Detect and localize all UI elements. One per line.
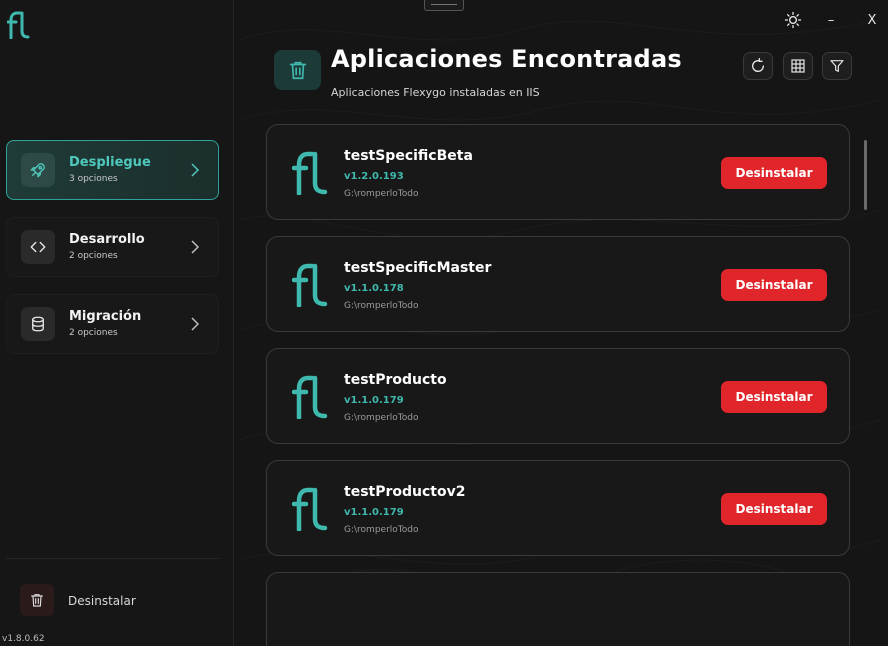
- sidebar-item-desarrollo[interactable]: Desarrollo 2 opciones: [6, 217, 219, 277]
- rocket-icon: [21, 153, 55, 187]
- app-list: testSpecificBeta v1.2.0.193 G:\romperloT…: [266, 124, 851, 646]
- uninstall-button[interactable]: Desinstalar: [721, 493, 827, 525]
- filter-icon: [830, 60, 844, 72]
- sidebar-item-label: Migración: [69, 309, 142, 324]
- uninstall-button[interactable]: Desinstalar: [721, 269, 827, 301]
- app-name: testProducto: [344, 372, 447, 388]
- uninstall-button[interactable]: Desinstalar: [721, 157, 827, 189]
- app-card-partial: [266, 572, 850, 646]
- list-scrollbar[interactable]: [864, 140, 867, 210]
- app-card: testProducto v1.1.0.179 G:\romperloTodo …: [266, 348, 850, 444]
- grid-view-button[interactable]: [783, 52, 813, 80]
- app-version: v1.1.0.179: [344, 395, 404, 406]
- sidebar-item-label: Desarrollo: [69, 232, 145, 247]
- sidebar-item-label: Despliegue: [69, 155, 151, 170]
- chevron-right-icon: [191, 317, 200, 331]
- flexygo-app-icon: [292, 375, 328, 419]
- sidebar: Despliegue 3 opciones Desarrollo 2 opcio…: [0, 0, 234, 646]
- theme-toggle-button[interactable]: [779, 8, 807, 32]
- uninstall-button[interactable]: Desinstalar: [721, 381, 827, 413]
- filter-button[interactable]: [822, 52, 852, 80]
- app-name: testSpecificMaster: [344, 260, 492, 276]
- sidebar-item-migracion[interactable]: Migración 2 opciones: [6, 294, 219, 354]
- page-title: Aplicaciones Encontradas: [331, 45, 682, 73]
- grid-icon: [791, 59, 805, 73]
- sidebar-item-count: 2 opciones: [69, 328, 118, 338]
- app-window: Despliegue 3 opciones Desarrollo 2 opcio…: [0, 0, 888, 646]
- flexygo-app-icon: [292, 263, 328, 307]
- app-path: G:\romperloTodo: [344, 413, 419, 423]
- chevron-right-icon: [191, 163, 200, 177]
- app-version: v1.2.0.193: [344, 171, 404, 182]
- refresh-button[interactable]: [743, 52, 773, 80]
- app-name: testSpecificBeta: [344, 148, 473, 164]
- app-card: testSpecificBeta v1.2.0.193 G:\romperloT…: [266, 124, 850, 220]
- code-icon: [21, 230, 55, 264]
- trash-icon: [20, 584, 54, 616]
- app-version: v1.1.0.179: [344, 507, 404, 518]
- flexygo-app-icon: [292, 487, 328, 531]
- app-name: testProductov2: [344, 484, 466, 500]
- sidebar-item-despliegue[interactable]: Despliegue 3 opciones: [6, 140, 219, 200]
- app-card: testSpecificMaster v1.1.0.178 G:\romperl…: [266, 236, 850, 332]
- page-subtitle: Aplicaciones Flexygo instaladas en IIS: [331, 86, 540, 99]
- flexygo-app-icon: [292, 151, 328, 195]
- sidebar-uninstall-label: Desinstalar: [68, 594, 136, 608]
- sidebar-item-count: 2 opciones: [69, 251, 118, 261]
- app-version: v1.8.0.62: [2, 634, 45, 644]
- sun-icon: [784, 11, 802, 29]
- sidebar-uninstall-button[interactable]: Desinstalar: [20, 584, 170, 616]
- app-path: G:\romperloTodo: [344, 301, 419, 311]
- chevron-right-icon: [191, 240, 200, 254]
- close-button[interactable]: X: [858, 8, 886, 32]
- sidebar-divider: [6, 558, 219, 559]
- header-trash-icon: [274, 50, 321, 90]
- app-card: testProductov2 v1.1.0.179 G:\romperloTod…: [266, 460, 850, 556]
- app-version: v1.1.0.178: [344, 283, 404, 294]
- minimize-button[interactable]: –: [817, 8, 845, 32]
- app-path: G:\romperloTodo: [344, 525, 419, 535]
- app-path: G:\romperloTodo: [344, 189, 419, 199]
- window-drag-handle[interactable]: [424, 0, 464, 11]
- flexygo-logo: [7, 11, 30, 39]
- refresh-icon: [752, 58, 765, 72]
- database-icon: [21, 307, 55, 341]
- sidebar-item-count: 3 opciones: [69, 174, 118, 184]
